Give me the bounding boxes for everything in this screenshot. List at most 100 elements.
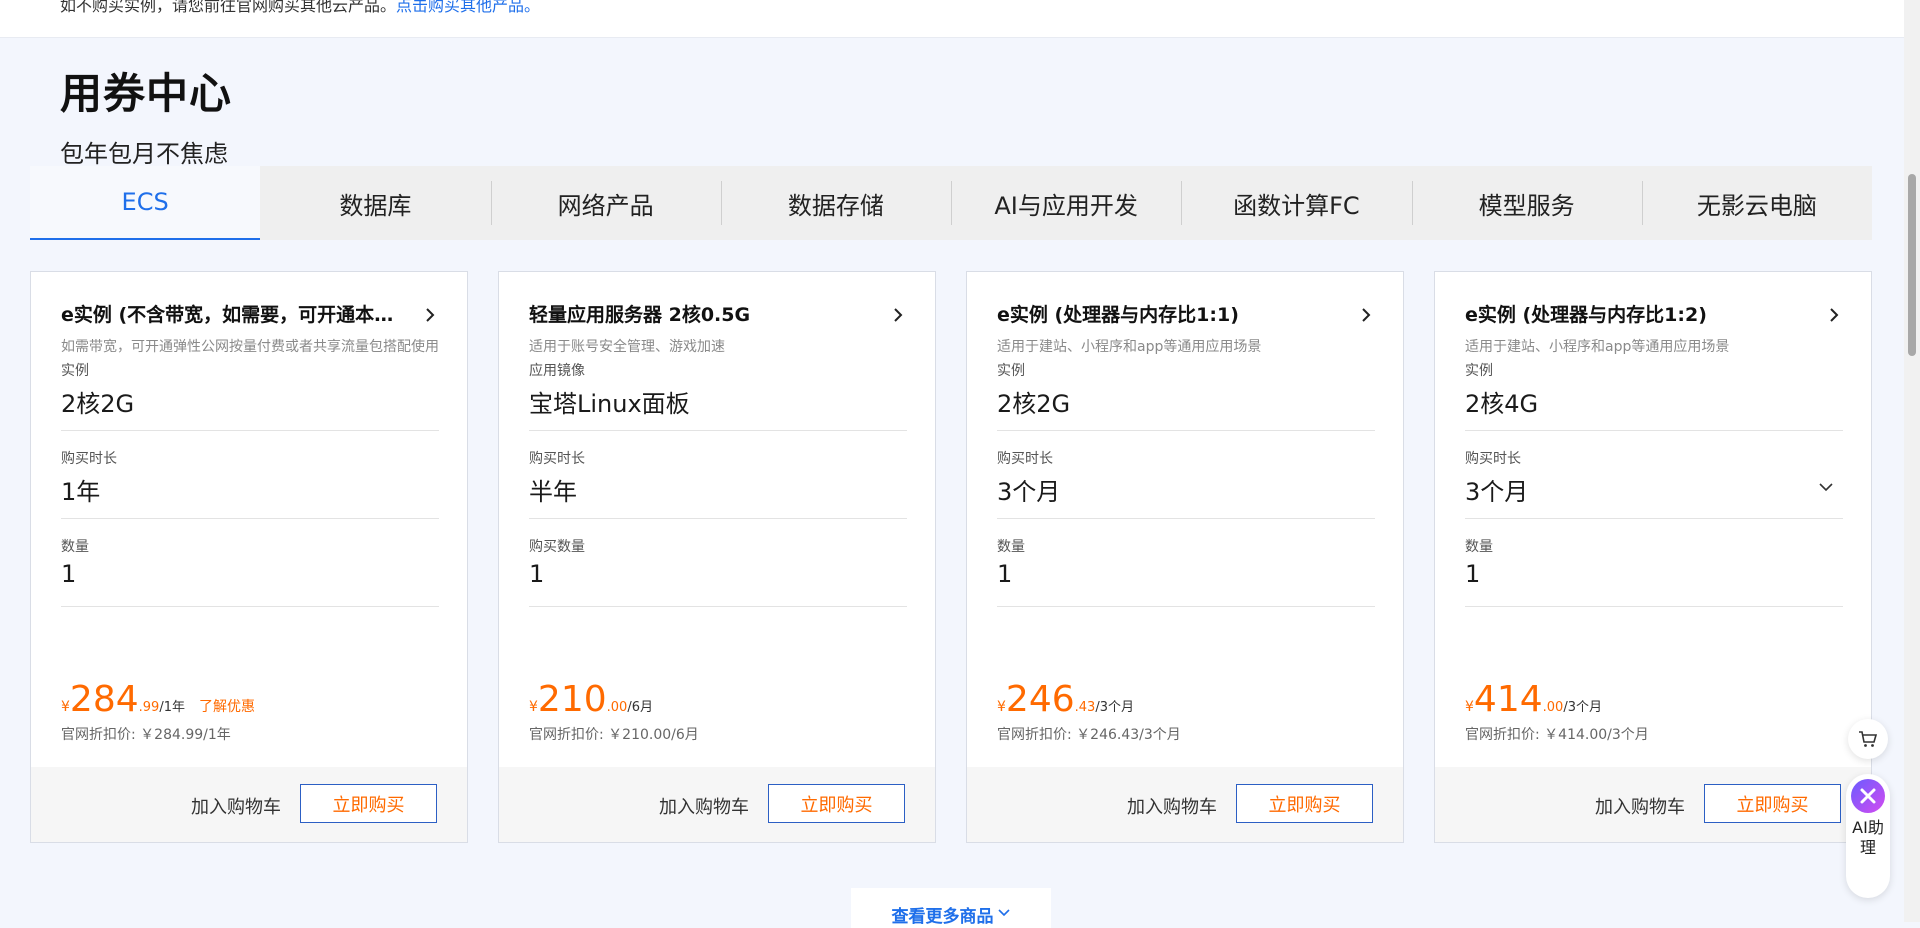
card-description: 适用于账号安全管理、游戏加速 [529,339,725,355]
chevron-down-icon [997,909,1010,917]
card-header[interactable]: e实例 (处理器与内存比1:2) [1465,302,1843,328]
field-value: 2核2G [61,390,135,418]
scrollbar-thumb[interactable] [1908,174,1916,356]
ai-assistant-button[interactable]: AI助理 [1846,774,1890,898]
field-value: 2核2G [997,390,1071,418]
tab-cloud-desktop[interactable]: 无影云电脑 [1641,166,1872,240]
card-footer: 加入购物车 立即购买 [31,767,467,842]
tab-database[interactable]: 数据库 [260,166,490,240]
duration-field[interactable]: 购买时长 半年 [529,448,907,519]
add-to-cart-button[interactable]: 加入购物车 [1595,793,1685,819]
card-title: e实例 (处理器与内存比1:1) [997,304,1239,326]
tab-storage[interactable]: 数据存储 [720,166,951,240]
field-label: 数量 [997,539,1025,555]
tab-function-compute[interactable]: 函数计算FC [1181,166,1411,240]
chevron-right-icon[interactable] [889,306,907,324]
add-to-cart-button[interactable]: 加入购物车 [1127,793,1217,819]
view-more-button[interactable]: 查看更多商品 [851,888,1051,928]
duration-field[interactable]: 购买时长 3个月 [997,448,1375,519]
field-label: 购买时长 [997,451,1053,467]
price-integer: 210 [537,679,607,720]
buy-now-button[interactable]: 立即购买 [300,784,437,823]
notice-bar: 如不购买实例，请您前往官网购买其他云产品。点击购买其他产品。 [0,0,1904,38]
price-integer: 284 [69,679,139,720]
shopping-cart-icon [1859,731,1878,747]
field-value: 2核4G [1465,390,1539,418]
field-label: 购买数量 [529,539,585,555]
tab-network[interactable]: 网络产品 [490,166,721,240]
price-integer: 246 [1005,679,1075,720]
chevron-right-icon[interactable] [1825,306,1843,324]
price: ¥210.00/6月 [529,680,653,720]
field-value: 1 [1465,560,1481,588]
field-label: 实例 [997,363,1025,379]
card-description: 适用于建站、小程序和app等通用应用场景 [1465,339,1730,355]
ai-assistant-label: AI助理 [1852,818,1884,857]
product-card: 轻量应用服务器 2核0.5G 适用于账号安全管理、游戏加速 应用镜像 宝塔Lin… [498,271,936,843]
buy-now-button[interactable]: 立即购买 [1704,784,1841,823]
card-footer: 加入购物车 立即购买 [499,767,935,842]
buy-now-button[interactable]: 立即购买 [1236,784,1373,823]
page-subtitle: 包年包月不焦虑 [60,140,228,168]
instance-field[interactable]: 实例 2核2G [997,360,1375,431]
card-header[interactable]: e实例 (不含带宽，如需要，可开通本地公网) [61,302,439,328]
buy-now-button[interactable]: 立即购买 [768,784,905,823]
chevron-down-icon[interactable] [1817,478,1835,496]
price-unit: /6月 [627,700,653,715]
notice-message: 如不购买实例，请您前往官网购买其他云产品。 [60,0,397,15]
reference-price: 官网折扣价: ￥210.00/6月 [529,727,699,743]
card-header[interactable]: 轻量应用服务器 2核0.5G [529,302,907,328]
card-description: 如需带宽，可开通弹性公网按量付费或者共享流量包搭配使用 [61,339,439,355]
image-field[interactable]: 应用镜像 宝塔Linux面板 [529,360,907,431]
promo-link[interactable]: 了解优惠 [199,699,255,715]
tab-ai-dev[interactable]: AI与应用开发 [951,166,1181,240]
price: ¥246.43/3个月 [997,680,1134,720]
reference-price: 官网折扣价: ￥246.43/3个月 [997,727,1181,743]
field-value: 宝塔Linux面板 [529,390,690,418]
field-value: 1 [61,560,77,588]
notice-link[interactable]: 点击购买其他产品。 [396,0,540,15]
card-description: 适用于建站、小程序和app等通用应用场景 [997,339,1262,355]
price-currency: ¥ [1465,699,1474,715]
view-more-label: 查看更多商品 [891,907,994,927]
field-label: 数量 [1465,539,1493,555]
price-decimal: .43 [1074,700,1096,715]
field-label: 购买时长 [1465,451,1521,467]
quantity-field[interactable]: 购买数量 1 [529,536,907,607]
page-scrollbar[interactable] [1904,0,1920,922]
price: ¥414.00/3个月 [1465,680,1602,720]
add-to-cart-button[interactable]: 加入购物车 [659,793,749,819]
add-to-cart-button[interactable]: 加入购物车 [191,793,281,819]
field-label: 实例 [61,363,89,379]
duration-field[interactable]: 购买时长 1年 [61,448,439,519]
field-value: 半年 [529,478,577,506]
chevron-right-icon[interactable] [1357,306,1375,324]
duration-dropdown[interactable]: 购买时长 3个月 [1465,448,1843,519]
price: ¥284.99/1年 了解优惠 [61,680,255,720]
quantity-field[interactable]: 数量 1 [1465,536,1843,607]
instance-field[interactable]: 实例 2核2G [61,360,439,431]
tab-ecs[interactable]: ECS [30,166,261,240]
field-label: 实例 [1465,363,1493,379]
sparkle-icon [1851,779,1885,813]
card-footer: 加入购物车 立即购买 [1435,767,1871,842]
quantity-field[interactable]: 数量 1 [61,536,439,607]
category-tabs: ECS 数据库 网络产品 数据存储 AI与应用开发 函数计算FC 模型服务 无影… [30,166,1872,240]
chevron-right-icon[interactable] [421,306,439,324]
floating-cart-button[interactable] [1848,719,1888,759]
card-header[interactable]: e实例 (处理器与内存比1:1) [997,302,1375,328]
price-decimal: .99 [138,700,160,715]
product-cards: e实例 (不含带宽，如需要，可开通本地公网) 如需带宽，可开通弹性公网按量付费或… [30,271,1872,843]
field-label: 购买时长 [61,451,117,467]
instance-field[interactable]: 实例 2核4G [1465,360,1843,431]
tab-model-service[interactable]: 模型服务 [1411,166,1642,240]
price-decimal: .00 [1542,700,1564,715]
field-label: 购买时长 [529,451,585,467]
price-currency: ¥ [997,699,1006,715]
price-unit: /3个月 [1563,700,1602,715]
field-value: 1年 [61,478,101,506]
quantity-field[interactable]: 数量 1 [997,536,1375,607]
reference-price: 官网折扣价: ￥414.00/3个月 [1465,727,1649,743]
reference-price: 官网折扣价: ￥284.99/1年 [61,727,231,743]
field-value: 1 [997,560,1013,588]
